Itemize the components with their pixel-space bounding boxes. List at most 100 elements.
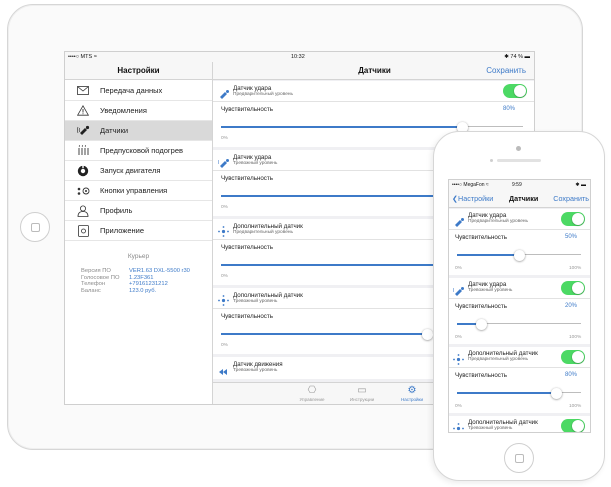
sensor-subtitle: Тревожный уровень: [468, 288, 513, 293]
sensitivity-value: 20%: [565, 303, 578, 309]
ipad-home-button[interactable]: [20, 212, 50, 242]
home-square-icon: [514, 453, 524, 463]
slider-track: [481, 323, 581, 325]
engine-icon: [76, 164, 90, 177]
back-button[interactable]: ❮Настройки: [452, 190, 493, 208]
info-row: Баланс 123.0 руб.: [81, 287, 157, 294]
slider-max-label: 100%: [569, 335, 582, 340]
tab-instructions[interactable]: ▭ Инструкции: [337, 385, 387, 402]
clock-label: 9:59: [512, 182, 522, 188]
sensor-card: Дополнительный датчик Тревожный уровень: [449, 416, 590, 432]
ipad-status-bar: ••••○ MTS ≈ 10:32 ✱ 74 % ▬: [65, 52, 534, 62]
sidebar-item-label: Передача данных: [100, 86, 163, 95]
sensor-toggle[interactable]: [561, 281, 585, 295]
sensitivity-value: 80%: [503, 106, 516, 112]
slider-max-label: 100%: [569, 404, 582, 409]
sensitivity-label: Чувствительность: [221, 175, 273, 182]
divider: [449, 367, 590, 368]
page-title: Датчики: [358, 66, 391, 75]
battery-label: ✱ 74 % ▬: [504, 54, 530, 60]
slider-min-label: 0%: [221, 274, 228, 279]
sidebar-item-label: Приложение: [100, 226, 144, 235]
slider-thumb[interactable]: [421, 328, 433, 340]
slider-thumb[interactable]: [550, 387, 562, 399]
sidebar-item-notifications[interactable]: Уведомления: [65, 101, 212, 121]
sensors-header: Датчики Сохранить: [213, 62, 534, 80]
sensor-toggle[interactable]: [503, 84, 527, 98]
slider-thumb[interactable]: [513, 249, 525, 261]
divider: [449, 229, 590, 230]
slider-min-label: 0%: [221, 136, 228, 141]
sidebar-item-application[interactable]: Приложение: [65, 221, 212, 241]
sensitivity-value: 80%: [565, 372, 578, 378]
sensor-title: Датчик движения: [233, 361, 283, 368]
info-row: Версия ПО VER1.63 DXL-5500 r30: [81, 268, 190, 274]
speaker-grill: [497, 159, 541, 162]
sensor-subtitle: Предварительный уровень: [233, 230, 294, 235]
slider-min-label: 0%: [455, 335, 462, 340]
info-row: Телефон +79161231212: [81, 281, 168, 288]
save-button[interactable]: Сохранить: [486, 62, 526, 80]
iphone-device: ••••○ MegaFon ≈ 9:59 ✱ ▬ ❮Настройки Датч…: [433, 131, 605, 481]
person-icon: [76, 205, 90, 217]
tab-control[interactable]: ⎔ Управление: [287, 385, 337, 402]
slider-thumb[interactable]: [476, 318, 488, 330]
battery-label: ✱ ▬: [575, 182, 586, 188]
sensor-subtitle: Тревожный уровень: [233, 299, 278, 304]
app-icon: [76, 224, 90, 237]
slider-min-label: 0%: [455, 404, 462, 409]
sensor-subtitle: Тревожный уровень: [233, 368, 278, 373]
divider: [449, 298, 590, 299]
sensor-subtitle: Предварительный уровень: [468, 219, 529, 224]
sidebar-item-label: Датчики: [100, 126, 129, 135]
sensor-icon: [76, 125, 90, 137]
sensor-title: Дополнительный датчик: [233, 223, 303, 230]
book-icon: ▭: [357, 385, 367, 396]
warning-icon: [76, 105, 90, 117]
slider-min-label: 0%: [221, 343, 228, 348]
sensor-title: Датчик удара: [468, 281, 507, 288]
sidebar-item-label: Уведомления: [100, 106, 147, 115]
info-row: Голосовое ПО 1.23F361: [81, 274, 154, 281]
camera-dot: [516, 146, 521, 151]
iphone-screen: ••••○ MegaFon ≈ 9:59 ✱ ▬ ❮Настройки Датч…: [448, 179, 591, 433]
sensor-subtitle: Тревожный уровень: [468, 426, 513, 431]
sidebar-item-data-transfer[interactable]: Передача данных: [65, 81, 212, 101]
sidebar-item-control-buttons[interactable]: Кнопки управления: [65, 181, 212, 201]
tab-settings[interactable]: ⚙ Настройки: [387, 385, 437, 402]
sensitivity-label: Чувствительность: [221, 313, 273, 320]
sensor-title: Дополнительный датчик: [233, 292, 303, 299]
extra-sensor-icon: [453, 421, 464, 432]
sensitivity-label: Чувствительность: [221, 244, 273, 251]
iphone-home-button[interactable]: [504, 443, 534, 473]
sensor-toggle[interactable]: [561, 419, 585, 432]
sidebar-item-label: Запуск двигателя: [100, 166, 161, 175]
slider-fill: [457, 392, 557, 394]
sensor-title: Дополнительный датчик: [468, 419, 538, 426]
sensor-card: Датчик удара Предварительный уровень Чув…: [449, 209, 590, 275]
courier-info: Версия ПО VER1.63 DXL-5500 r30 Голосовое …: [81, 268, 190, 294]
sensor-title: Датчик удара: [233, 85, 272, 92]
sidebar-item-profile[interactable]: Профиль: [65, 201, 212, 221]
sidebar-item-label: Профиль: [100, 206, 133, 215]
sensor-toggle[interactable]: [561, 212, 585, 226]
sidebar-item-engine-start[interactable]: Запуск двигателя: [65, 161, 212, 181]
sensor-card: Дополнительный датчик Предварительный ур…: [449, 347, 590, 413]
slider-fill: [221, 333, 428, 335]
sensitivity-label: Чувствительность: [455, 234, 507, 241]
save-button[interactable]: Сохранить: [553, 190, 589, 208]
sidebar-item-label: Предпусковой подогрев: [100, 146, 183, 155]
slider-track: [519, 254, 581, 256]
sidebar-item-preheater[interactable]: Предпусковой подогрев: [65, 141, 212, 161]
carrier-label: ••••○ MegaFon ≈: [452, 182, 489, 188]
sidebar-item-sensors[interactable]: Датчики: [65, 121, 212, 141]
slider-fill: [457, 254, 519, 256]
slider-max-label: 100%: [569, 266, 582, 271]
slider-track: [462, 126, 523, 128]
control-icon: ⎔: [307, 385, 317, 396]
motion-sensor-icon: [218, 363, 230, 381]
slider-fill: [221, 126, 463, 128]
home-square-icon: [30, 222, 40, 232]
sensor-toggle[interactable]: [561, 350, 585, 364]
settings-sidebar: Настройки Передача данных Уведомления Да…: [65, 62, 213, 404]
